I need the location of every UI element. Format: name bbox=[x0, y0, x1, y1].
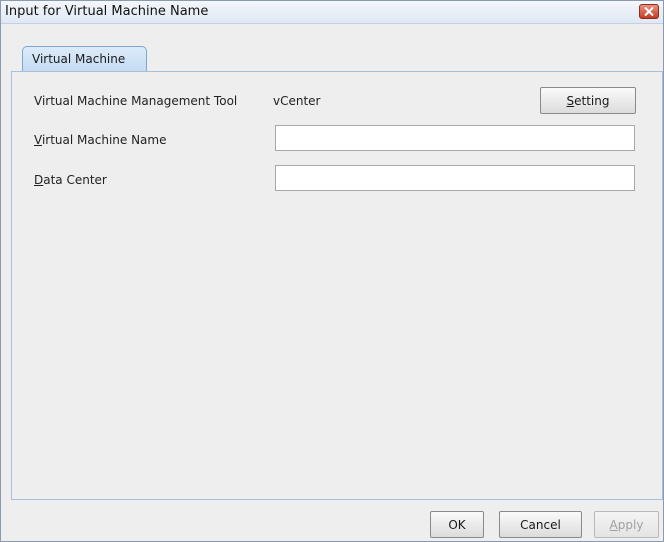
cancel-button[interactable]: Cancel bbox=[499, 511, 582, 538]
apply-button[interactable]: Apply bbox=[594, 511, 659, 538]
vm-name-label: Virtual Machine Name bbox=[34, 133, 166, 147]
vm-name-mnemonic: V bbox=[34, 133, 42, 147]
setting-button[interactable]: Setting bbox=[540, 87, 636, 114]
data-center-label-rest: ata Center bbox=[43, 173, 107, 187]
data-center-label: Data Center bbox=[34, 173, 107, 187]
management-tool-label: Virtual Machine Management Tool bbox=[34, 94, 238, 108]
title-bar[interactable]: Input for Virtual Machine Name bbox=[1, 1, 663, 24]
apply-mnemonic: A bbox=[609, 517, 618, 532]
close-x-icon bbox=[644, 7, 654, 16]
management-tool-value: vCenter bbox=[273, 94, 321, 108]
setting-label-rest: etting bbox=[574, 93, 610, 108]
close-button[interactable] bbox=[639, 4, 659, 19]
setting-mnemonic: S bbox=[566, 93, 575, 108]
dialog-window: Input for Virtual Machine Name Virtual M… bbox=[0, 0, 664, 542]
apply-label-rest: pply bbox=[617, 517, 644, 532]
data-center-input[interactable] bbox=[275, 165, 635, 191]
tab-virtual-machine[interactable]: Virtual Machine bbox=[22, 46, 147, 72]
ok-button[interactable]: OK bbox=[430, 511, 484, 538]
tab-label: Virtual Machine bbox=[32, 52, 126, 66]
vm-name-label-rest: irtual Machine Name bbox=[41, 133, 167, 147]
vm-name-input[interactable] bbox=[275, 125, 635, 151]
window-title: Input for Virtual Machine Name bbox=[5, 4, 209, 19]
data-center-mnemonic: D bbox=[34, 173, 44, 187]
